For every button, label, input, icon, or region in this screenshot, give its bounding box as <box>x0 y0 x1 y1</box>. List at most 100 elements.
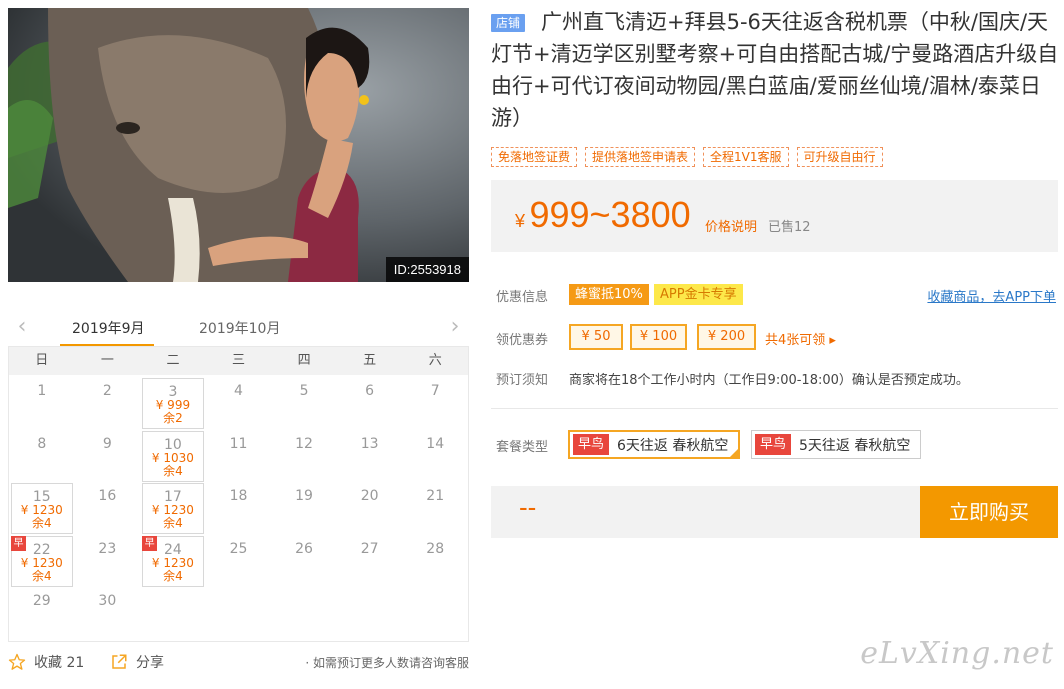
calendar-day: 26 <box>273 536 335 587</box>
day-remaining: 余4 <box>31 568 52 583</box>
day-remaining: 余4 <box>163 463 183 478</box>
day-number: 29 <box>32 593 51 609</box>
day-remaining: 余2 <box>163 411 183 425</box>
notice-text: 商家将在18个工作小时内（工作日9:00-18:00）确认是否预定成功。 <box>569 373 969 388</box>
calendar-day: 16 <box>77 483 139 534</box>
day-number: 18 <box>229 488 248 504</box>
chevron-left-icon[interactable]: ‹ <box>12 315 32 339</box>
share-label: 分享 <box>136 655 164 671</box>
calendar-day: 29 <box>11 588 73 639</box>
tab-month-october[interactable]: 2019年10月 <box>199 318 280 338</box>
product-photo: ID:2553918 <box>8 8 469 282</box>
star-icon <box>8 653 26 670</box>
day-number: 28 <box>426 540 445 557</box>
day-number: 9 <box>102 435 112 452</box>
calendar-day[interactable]: 17 ¥ 1230 余4 <box>142 483 204 534</box>
consult-note: · 如需预订更多人数请咨询客服 <box>305 656 469 670</box>
weekday-label: 四 <box>297 353 311 368</box>
feature-tags: 免落地签证费 提供落地签申请表 全程1V1客服 可升级自由行 <box>491 147 883 167</box>
package-name: 5天往返 春秋航空 <box>799 437 911 454</box>
price-panel: ¥ 999~3800 价格说明 已售12 <box>491 180 1058 252</box>
early-bird-badge: 早鸟 <box>573 434 610 455</box>
day-price: ¥ 1230 <box>20 555 63 570</box>
calendar-day: 21 <box>404 483 466 534</box>
calendar-day: 6 <box>339 378 401 429</box>
day-number: 2 <box>102 383 112 399</box>
sold-count: 已售12 <box>768 220 811 235</box>
day-number: 26 <box>295 540 313 557</box>
calendar-weekdays: 日 一 二 三 四 五 六 <box>9 347 468 375</box>
day-number: 21 <box>426 488 445 504</box>
early-bird-flag: 早 <box>142 535 158 551</box>
day-number: 5 <box>299 383 309 399</box>
product-id-badge: ID:2553918 <box>385 257 469 282</box>
package-label: 套餐类型 <box>496 440 549 455</box>
elephant-photo-illustration <box>8 8 469 282</box>
more-coupons-link[interactable]: 共4张可领 ▸ <box>765 329 836 348</box>
calendar-day[interactable]: 24 ¥ 1230 余4 早 <box>142 535 204 587</box>
calendar-header: ‹ 2019年9月 2019年10月 › <box>8 312 469 347</box>
shop-badge: 店铺 <box>491 14 526 32</box>
calendar-day: 27 <box>339 536 401 587</box>
calendar-day: 20 <box>339 483 401 534</box>
day-number: 7 <box>430 383 440 399</box>
day-number: 19 <box>295 488 313 504</box>
calendar-day: 12 <box>273 431 335 482</box>
coupon-50[interactable]: ¥ 50 <box>569 324 623 350</box>
day-number: 15 <box>32 489 51 505</box>
notice-label: 预订须知 <box>496 373 549 388</box>
day-number: 4 <box>234 383 243 399</box>
calendar-day: 9 <box>77 431 139 482</box>
offers-label: 优惠信息 <box>496 290 549 305</box>
calendar-day[interactable]: 3 ¥ 999 余2 <box>142 378 204 429</box>
coupon-200[interactable]: ¥ 200 <box>697 324 756 350</box>
calendar-day: 2 <box>77 378 139 429</box>
calendar-day: 30 <box>77 588 139 639</box>
day-number: 12 <box>295 435 313 452</box>
day-remaining: 余4 <box>163 516 183 530</box>
day-number: 20 <box>360 488 379 504</box>
selection-summary: -- <box>519 492 537 522</box>
weekday-label: 五 <box>363 353 377 368</box>
day-number: 11 <box>229 435 248 452</box>
chevron-right-icon[interactable]: › <box>445 315 465 339</box>
package-name: 6天往返 春秋航空 <box>617 437 729 454</box>
action-bar: 收藏 21 分享 · 如需预订更多人数请咨询客服 <box>8 652 469 674</box>
calendar-day: 5 <box>273 378 335 429</box>
calendar-day: 19 <box>273 483 335 534</box>
calendar-day: 25 <box>208 536 270 587</box>
site-watermark: eLvXing.net <box>860 636 1054 671</box>
calendar-day[interactable]: 22 ¥ 1230 余4 早 <box>11 535 73 587</box>
coupons-label: 领优惠券 <box>496 333 549 348</box>
calendar: 日 一 二 三 四 五 六 1 2 3 ¥ 999 余2 4 5 6 7 8 9 10 ¥ 1030 余4… <box>8 346 469 642</box>
day-number: 27 <box>360 540 379 557</box>
favorite-button[interactable]: 收藏 21 <box>8 652 84 672</box>
weekday-label: 三 <box>232 353 246 368</box>
favorite-app-link[interactable]: 收藏商品，去APP下单 <box>927 286 1056 305</box>
feature-tag: 免落地签证费 <box>491 147 578 167</box>
calendar-day: 8 <box>11 431 73 482</box>
early-bird-badge: 早鸟 <box>755 434 792 455</box>
calendar-day: 1 <box>11 378 73 429</box>
tab-month-september[interactable]: 2019年9月 <box>72 318 145 338</box>
calendar-day: 14 <box>404 431 466 482</box>
weekday-label: 日 <box>35 353 49 368</box>
share-button[interactable]: 分享 <box>110 652 164 672</box>
buy-now-button[interactable]: 立即购买 <box>920 486 1058 538</box>
calendar-day[interactable]: 15 ¥ 1230 余4 <box>11 483 73 534</box>
day-number: 3 <box>168 384 178 400</box>
coupon-100[interactable]: ¥ 100 <box>630 324 687 350</box>
calendar-day: 18 <box>208 483 270 534</box>
calendar-day[interactable]: 10 ¥ 1030 余4 <box>142 430 204 482</box>
package-option-5day[interactable]: 早鸟 5天往返 春秋航空 <box>751 430 922 459</box>
feature-tag: 可升级自由行 <box>796 147 883 167</box>
price-explanation-link[interactable]: 价格说明 <box>705 216 757 235</box>
day-price: ¥ 1230 <box>151 555 194 570</box>
calendar-day: 13 <box>339 431 401 482</box>
selected-corner-icon <box>729 448 740 458</box>
day-number: 8 <box>37 435 47 452</box>
package-option-6day[interactable]: 早鸟 6天往返 春秋航空 <box>568 430 741 459</box>
calendar-day: 23 <box>77 536 139 587</box>
day-number: 17 <box>164 489 182 505</box>
day-number: 16 <box>98 488 117 504</box>
